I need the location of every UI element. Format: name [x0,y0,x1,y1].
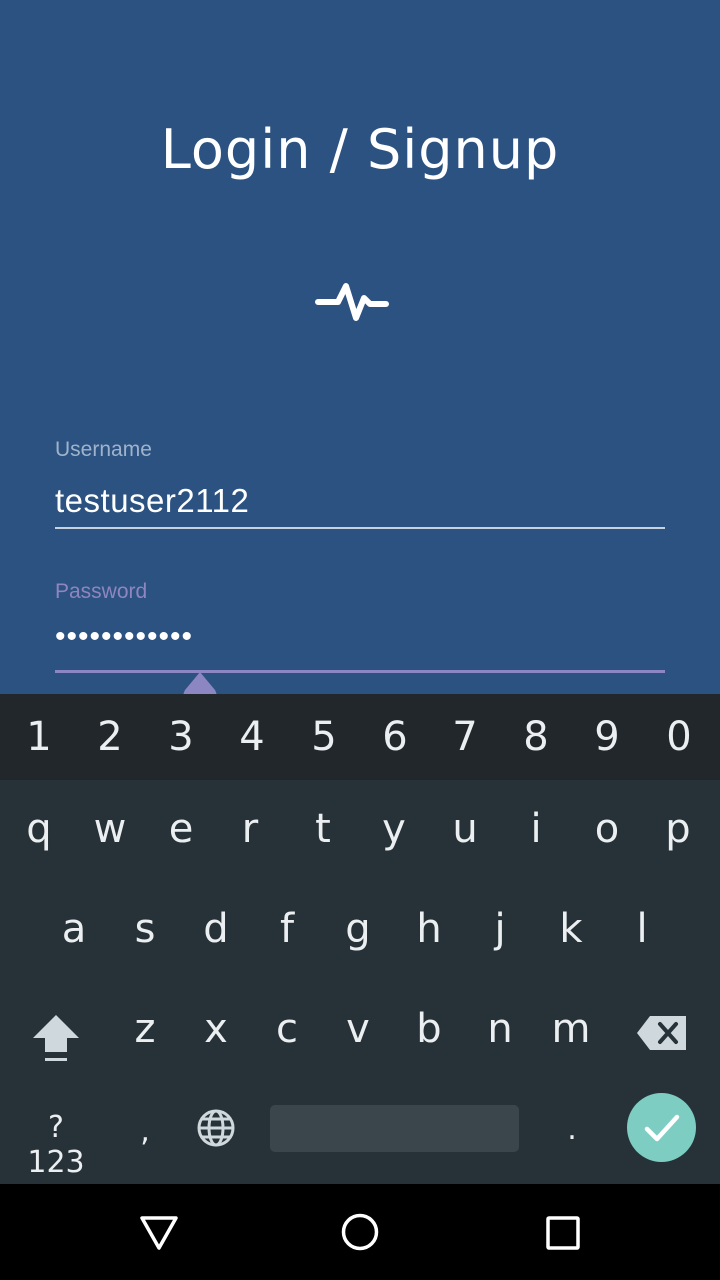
key-1[interactable]: 1 [4,714,74,760]
key-w[interactable]: w [75,806,145,852]
key-n[interactable]: n [465,1006,535,1052]
key-a[interactable]: a [39,906,109,952]
back-icon[interactable] [138,1212,180,1252]
backspace-icon[interactable] [636,1014,688,1052]
system-nav-bar [0,1184,720,1280]
key-9[interactable]: 9 [572,714,642,760]
key-j[interactable]: j [465,906,535,952]
pulse-icon [315,283,389,321]
globe-icon[interactable] [196,1108,236,1148]
period-key[interactable]: . [537,1112,607,1147]
home-icon[interactable] [340,1212,380,1252]
key-q[interactable]: q [4,806,74,852]
key-m[interactable]: m [536,1006,606,1052]
password-label: Password [55,580,148,603]
key-r[interactable]: r [215,806,285,852]
key-p[interactable]: p [643,806,713,852]
password-field[interactable]: •••••••••••• [55,620,193,654]
key-t[interactable]: t [288,806,358,852]
key-e[interactable]: e [146,806,216,852]
page-title: Login / Signup [160,118,560,181]
key-i[interactable]: i [501,806,571,852]
key-y[interactable]: y [359,806,429,852]
key-x[interactable]: x [181,1006,251,1052]
password-underline [55,670,665,673]
check-icon [644,1114,680,1142]
spacebar[interactable] [270,1105,519,1152]
shift-icon[interactable] [30,1012,82,1064]
key-d[interactable]: d [181,906,251,952]
key-l[interactable]: l [607,906,677,952]
key-h[interactable]: h [394,906,464,952]
key-b[interactable]: b [394,1006,464,1052]
key-k[interactable]: k [536,906,606,952]
key-g[interactable]: g [323,906,393,952]
symbols-key[interactable]: ?123 [21,1110,91,1180]
enter-button[interactable] [627,1093,696,1162]
key-o[interactable]: o [572,806,642,852]
key-f[interactable]: f [252,906,322,952]
key-4[interactable]: 4 [217,714,287,760]
key-2[interactable]: 2 [75,714,145,760]
key-c[interactable]: c [252,1006,322,1052]
username-label: Username [55,438,152,461]
key-0[interactable]: 0 [644,714,714,760]
soft-keyboard: 1 2 3 4 5 6 7 8 9 0 q w e r t y u i o p … [0,694,720,1184]
key-s[interactable]: s [110,906,180,952]
key-7[interactable]: 7 [430,714,500,760]
comma-key[interactable]: , [110,1114,180,1149]
username-field[interactable]: testuser2112 [55,482,249,520]
key-6[interactable]: 6 [360,714,430,760]
key-u[interactable]: u [430,806,500,852]
recents-icon[interactable] [545,1215,581,1251]
key-8[interactable]: 8 [501,714,571,760]
key-5[interactable]: 5 [289,714,359,760]
key-z[interactable]: z [110,1006,180,1052]
key-v[interactable]: v [323,1006,393,1052]
key-3[interactable]: 3 [146,714,216,760]
login-screen: Login / Signup Username testuser2112 Pas… [0,0,720,714]
username-underline [55,527,665,529]
